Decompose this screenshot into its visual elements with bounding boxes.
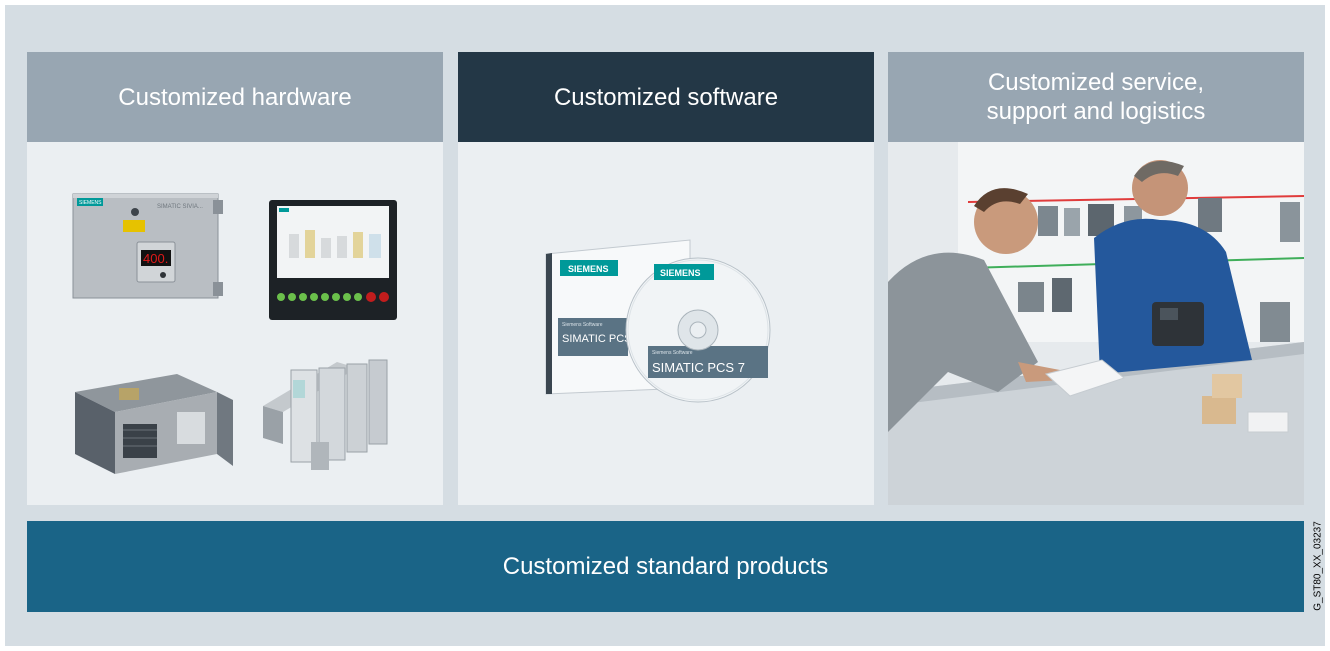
hmi-panel <box>269 200 397 320</box>
case-title: SIMATIC PCS <box>562 333 631 345</box>
bottom-bar-label: Customized standard products <box>502 552 829 580</box>
software-image-panel: SIEMENS Siemens Software SIMATIC PCS SIE… <box>458 142 874 505</box>
header-label: Customized software <box>553 83 779 111</box>
service-photo-illustration <box>888 142 1304 505</box>
disc-brand: SIEMENS <box>660 268 701 278</box>
disc-title: SIMATIC PCS 7 <box>652 360 745 375</box>
hardware-illustration: SIEMENS SIMATIC SIVIA... 400. <box>72 193 397 474</box>
case-series-label: Siemens Software <box>562 322 603 328</box>
service-image-panel <box>888 142 1304 505</box>
disc-series-label: Siemens Software <box>652 350 693 356</box>
header-customized-hardware: Customized hardware <box>27 52 443 142</box>
header-label: Customized service, support and logistic… <box>986 69 1206 125</box>
header-customized-service: Customized service, support and logistic… <box>888 52 1304 142</box>
enclosure-box: SIEMENS SIMATIC SIVIA... 400. <box>72 193 223 299</box>
hardware-image-panel: SIEMENS SIMATIC SIVIA... 400. <box>27 142 443 505</box>
enclosure-brand: SIEMENS <box>79 200 102 206</box>
header-customized-software: Customized software <box>458 52 874 142</box>
software-illustration: SIEMENS Siemens Software SIMATIC PCS SIE… <box>545 239 771 403</box>
header-label: Customized hardware <box>118 83 352 111</box>
customized-standard-products-bar: Customized standard products <box>27 521 1304 612</box>
rack-pc <box>75 374 233 474</box>
case-brand: SIEMENS <box>568 264 609 274</box>
software-disc: SIEMENS Siemens Software SIMATIC PCS 7 <box>625 257 771 403</box>
enclosure-model: SIMATIC SIVIA... <box>157 204 203 210</box>
figure-id: G_ST80_XX_03237 <box>1312 521 1324 611</box>
modular-controller <box>263 359 388 470</box>
display-value: 400. <box>143 251 168 266</box>
